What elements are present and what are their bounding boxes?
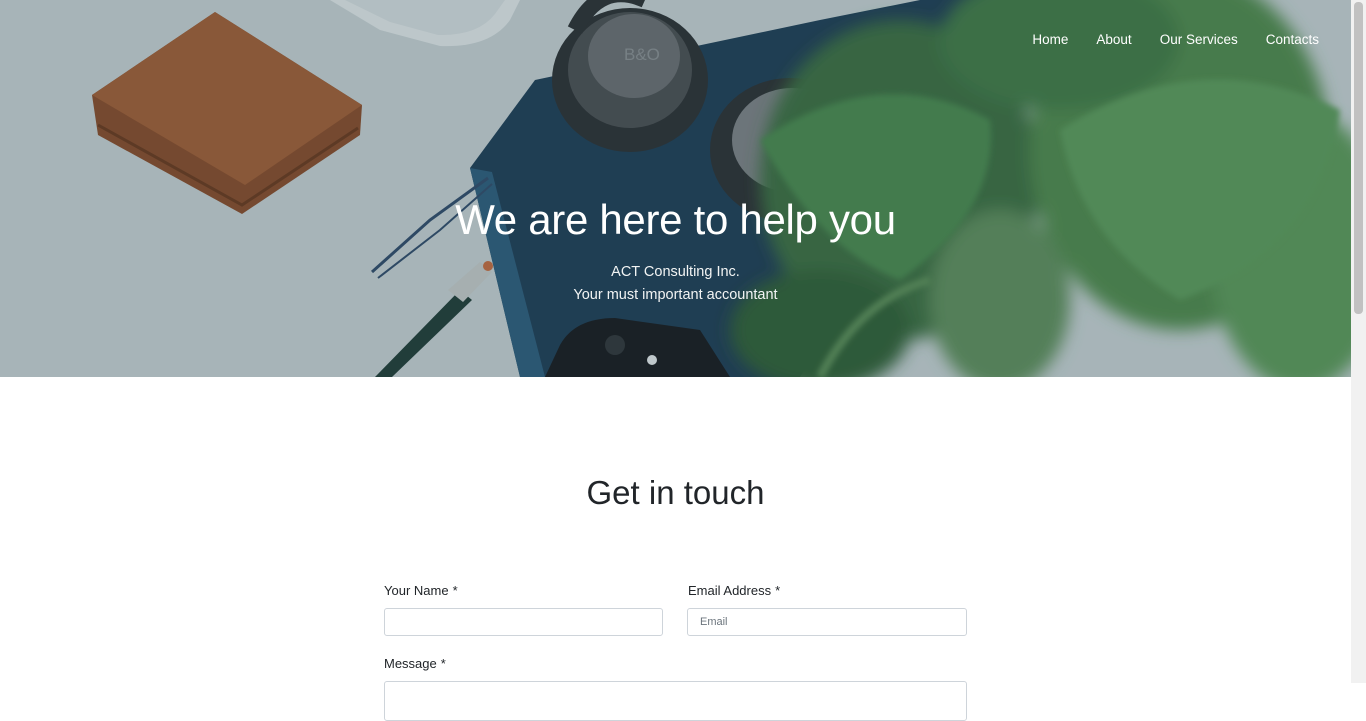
hero-background-image: B&O <box>0 0 1351 377</box>
name-input[interactable] <box>384 608 663 636</box>
nav-item-about[interactable]: About <box>1068 31 1131 49</box>
hero-section: B&O Home About Our Services Contacts We … <box>0 0 1351 377</box>
message-field-label: Message * <box>384 656 446 672</box>
name-required-marker: * <box>452 583 458 598</box>
nav-item-our-services[interactable]: Our Services <box>1132 31 1238 49</box>
company-name: ACT Consulting Inc. <box>611 264 740 280</box>
message-required-marker: * <box>440 656 446 671</box>
contact-section-title: Get in touch <box>586 474 765 511</box>
name-field-label: Your Name * <box>384 583 458 599</box>
name-label-text: Your Name <box>384 583 449 598</box>
email-label-text: Email Address <box>688 583 772 598</box>
hero-subtitle: ACT Consulting Inc. Your must important … <box>0 261 1351 307</box>
email-required-marker: * <box>775 583 781 598</box>
message-label-text: Message <box>384 656 437 671</box>
email-field-label: Email Address * <box>688 583 780 599</box>
hero-title: We are here to help you <box>455 196 896 243</box>
nav-item-home[interactable]: Home <box>1004 31 1068 49</box>
main-nav: Home About Our Services Contacts <box>1004 31 1319 49</box>
page-scrollbar[interactable] <box>1351 0 1366 683</box>
scrollbar-thumb[interactable] <box>1354 2 1363 314</box>
email-input[interactable] <box>687 608 967 636</box>
message-textarea[interactable] <box>384 681 967 721</box>
nav-item-contacts[interactable]: Contacts <box>1238 31 1319 49</box>
company-tagline: Your must important accountant <box>573 287 778 303</box>
